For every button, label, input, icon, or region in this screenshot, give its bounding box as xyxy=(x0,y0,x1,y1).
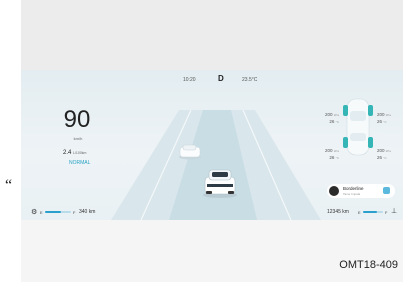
quote-mark: “ xyxy=(5,177,13,194)
instrument-cluster-screen: 10:20 D 23.5°C 90 km/h 2.4 L/100km NORMA… xyxy=(21,70,403,220)
battery-icon: ⚙ xyxy=(31,209,38,216)
clock: 10:20 xyxy=(183,77,196,83)
tire-front-right-readout: 200 kPa 26 °C xyxy=(377,112,391,124)
speed-unit: km/h xyxy=(73,136,83,141)
outside-temperature: 23.5°C xyxy=(242,77,258,83)
top-margin xyxy=(21,0,403,70)
fuel-full-label: F xyxy=(385,210,388,215)
gear-indicator: D xyxy=(218,74,224,83)
fuel-level-bar xyxy=(363,211,383,213)
tire-panel-car xyxy=(343,98,373,156)
consumption-value: 2.4 xyxy=(63,150,72,156)
media-subtitle: Tame Impala xyxy=(343,192,361,196)
battery-empty-label: E xyxy=(40,210,43,215)
tire-rear-left xyxy=(343,137,348,148)
lead-vehicle xyxy=(179,144,201,160)
fuel-level-fill xyxy=(363,211,377,213)
battery-level-fill xyxy=(45,211,61,213)
tire-rear-left-readout: 200 kPa 26 °C xyxy=(325,148,339,160)
range-value: 340 km xyxy=(79,209,96,215)
odometer: 12345 km xyxy=(327,209,349,215)
album-art xyxy=(329,186,339,196)
bottom-margin xyxy=(21,220,403,282)
fuel-empty-label: E xyxy=(358,210,361,215)
drive-mode: NORMAL xyxy=(69,160,91,166)
figure-id: OMT18-409 xyxy=(339,259,398,271)
tire-rear-right xyxy=(368,137,373,148)
battery-level-bar xyxy=(45,211,71,213)
tire-front-left xyxy=(343,105,348,116)
consumption-unit: L/100km xyxy=(73,151,87,155)
media-title: Borderline xyxy=(343,186,364,191)
media-card[interactable]: Borderline Tame Impala xyxy=(327,184,395,198)
play-pause-button[interactable] xyxy=(383,187,390,194)
tire-front-right xyxy=(368,105,373,116)
speed-value: 90 xyxy=(63,106,91,133)
fuel-pump-icon: ⊥ xyxy=(391,208,398,215)
tire-rear-right-readout: 200 kPa 26 °C xyxy=(377,148,391,160)
consumption-readout: 2.4 L/100km xyxy=(63,150,86,156)
battery-full-label: F xyxy=(73,210,76,215)
tire-front-left-readout: 200 kPa 26 °C xyxy=(325,112,339,124)
